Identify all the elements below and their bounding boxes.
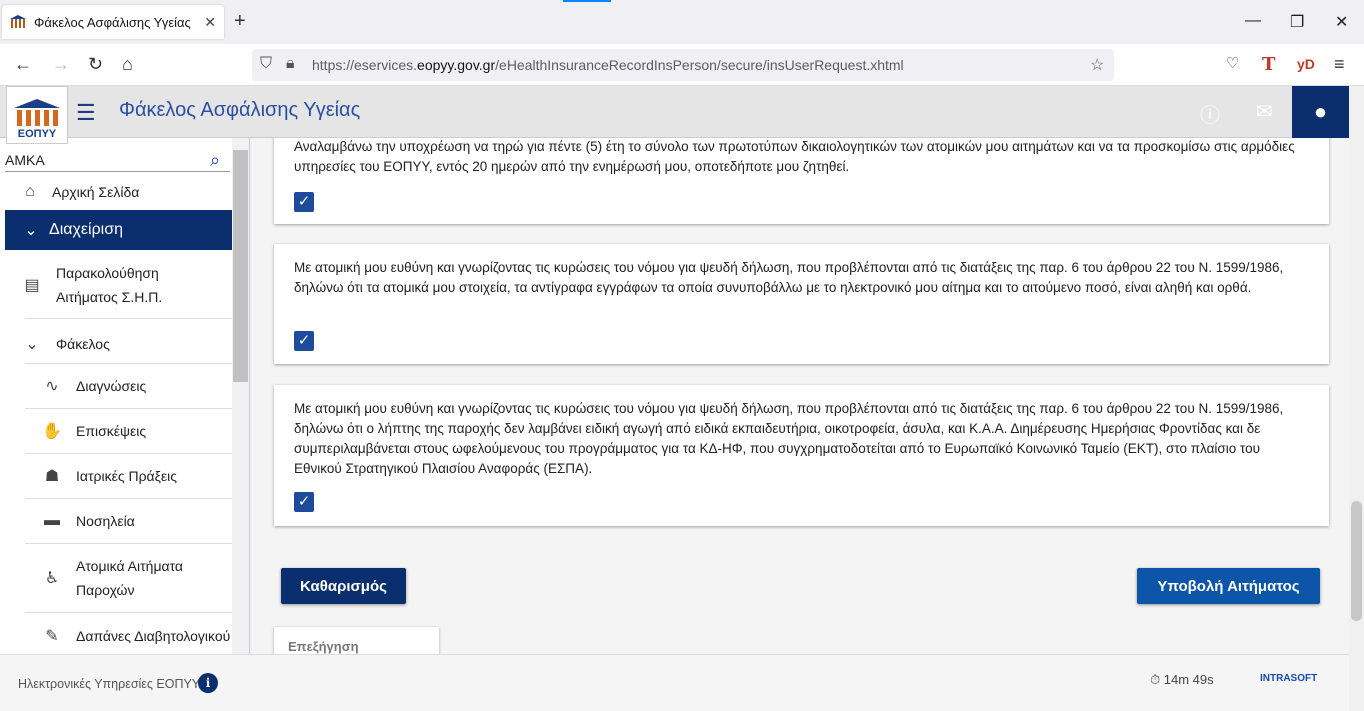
bed-icon: ▬ — [44, 512, 60, 529]
main-content: Αναλαμβάνω την υποχρέωση να τηρώ για πέν… — [252, 138, 1349, 654]
home-browser-icon[interactable]: ⌂ — [122, 54, 133, 75]
sidebar: ΑΜΚΑ ⌕ ⌂ Αρχική Σελίδα ⌄ Διαχείριση ▤ Πα… — [0, 138, 250, 654]
sidebar-item-visits[interactable]: ✋ Επισκέψεις — [0, 417, 232, 445]
sidebar-item-diagnoses[interactable]: ∿ Διαγνώσεις — [0, 372, 232, 400]
extension-t-icon[interactable]: T — [1262, 54, 1275, 75]
wheelchair-icon: ♿︎ — [44, 570, 60, 587]
sidebar-item-folder[interactable]: ⌄ Φάκελος — [0, 330, 232, 358]
info-icon[interactable]: ⓘ — [1200, 99, 1220, 128]
minimize-icon[interactable]: — — [1245, 12, 1261, 30]
url-text: https://eservices.eopyy.gov.gr/eHealthIn… — [312, 57, 904, 73]
sidebar-item-diabetes-expenses[interactable]: ✎ Δαπάνες Διαβητολογικού — [0, 622, 240, 650]
declaration-checkbox[interactable]: ✓ — [294, 492, 314, 512]
search-icon[interactable]: ⌕ — [210, 150, 220, 171]
diabetes-icon: ✎ — [45, 628, 59, 645]
extension-yd-icon[interactable]: yD — [1297, 56, 1315, 72]
declaration-card-1: Αναλαμβάνω την υποχρέωση να τηρώ για πέν… — [274, 138, 1329, 224]
divider — [25, 363, 232, 364]
eopyy-logo[interactable]: ΕΟΠΥΥ — [6, 86, 68, 144]
pulse-icon: ∿ — [45, 378, 59, 395]
home-icon: ⌂ — [25, 183, 35, 200]
user-icon: ● — [1313, 99, 1328, 124]
session-timer: ⏱ 14m 49s — [1150, 672, 1214, 688]
app-header: ΕΟΠΥΥ ☰ Φάκελος Ασφάλισης Υγείας ⓘ ✉ ● — [0, 86, 1349, 144]
sidebar-item-individual-requests[interactable]: ♿︎ Ατομικά Αιτήματα Παροχών — [0, 552, 232, 604]
sidebar-item-label: Δαπάνες Διαβητολογικού — [76, 628, 231, 644]
chevron-down-icon: ⌄ — [25, 336, 39, 353]
lock-icon[interactable]: 🔒︎ — [286, 55, 295, 73]
clear-button[interactable]: Καθαρισμός — [281, 568, 406, 604]
amka-search-input[interactable]: ΑΜΚΑ — [5, 152, 230, 172]
stopwatch-icon: ⏱ — [1150, 672, 1161, 687]
divider — [25, 612, 232, 613]
declaration-text: Με ατομική μου ευθύνη και γνωρίζοντας τι… — [294, 260, 1284, 295]
eopyy-favicon — [10, 14, 26, 30]
back-icon[interactable]: ← — [14, 54, 32, 75]
declaration-checkbox[interactable]: ✓ — [294, 192, 314, 212]
divider — [25, 453, 232, 454]
explanation-panel: Επεξήγηση — [274, 627, 439, 654]
sidebar-item-label: Παρακολούθηση Αιτήματος Σ.Η.Π. — [56, 265, 163, 305]
timer-value: 14m 49s — [1163, 672, 1214, 687]
user-account-button[interactable]: ● — [1292, 86, 1349, 138]
main-scrollbar-thumb[interactable] — [1351, 501, 1362, 621]
sidebar-item-management[interactable]: ⌄ Διαχείριση — [5, 210, 232, 250]
footer: Ηλεκτρονικές Υπηρεσίες ΕΟΠΥΥ i ⏱ 14m 49s… — [0, 654, 1349, 711]
chevron-down-icon: ⌄ — [24, 222, 38, 239]
sidebar-item-label: Νοσηλεία — [76, 513, 135, 529]
url-bar[interactable]: ⛉ 🔒︎ https://eservices.eopyy.gov.gr/eHea… — [252, 49, 1114, 81]
close-window-icon[interactable]: ✕ — [1335, 12, 1348, 32]
divider — [25, 318, 232, 319]
forward-icon[interactable]: → — [52, 54, 70, 75]
sidebar-item-label: Ατομικά Αιτήματα Παροχών — [76, 558, 184, 598]
sidebar-item-label: Διαγνώσεις — [76, 378, 147, 394]
new-tab-icon[interactable]: + — [234, 10, 246, 33]
submit-request-button[interactable]: Υποβολή Αιτήματος — [1137, 568, 1320, 604]
footer-text: Ηλεκτρονικές Υπηρεσίες ΕΟΠΥΥ — [18, 677, 201, 691]
sidebar-item-hospitalization[interactable]: ▬ Νοσηλεία — [0, 507, 232, 535]
sidebar-item-label: Επισκέψεις — [76, 423, 147, 439]
declaration-checkbox[interactable]: ✓ — [294, 331, 314, 351]
document-icon: ▤ — [24, 277, 40, 294]
bookmark-star-icon[interactable]: ☆ — [1090, 55, 1104, 75]
browser-navbar: ← → ↻ ⌂ ⛉ 🔒︎ https://eservices.eopyy.gov… — [0, 44, 1364, 86]
reload-icon[interactable]: ↻ — [88, 54, 103, 75]
restore-icon[interactable]: ❐ — [1290, 12, 1304, 32]
tab-title: Φάκελος Ασφάλισης Υγείας — [34, 14, 191, 30]
sidebar-item-home[interactable]: ⌂ Αρχική Σελίδα — [0, 178, 232, 206]
footer-info-icon[interactable]: i — [198, 673, 218, 693]
mail-icon[interactable]: ✉ — [1256, 99, 1273, 124]
sidebar-item-tracking[interactable]: ▤ Παρακολούθηση Αιτήματος Σ.Η.Π. — [0, 260, 232, 310]
logo-text: ΕΟΠΥΥ — [17, 128, 57, 140]
tab-indicator — [563, 0, 611, 2]
browser-titlebar: Φάκελος Ασφάλισης Υγείας ✕ + — ❐ ✕ — [0, 0, 1364, 44]
divider — [25, 543, 232, 544]
sidebar-scrollbar-thumb[interactable] — [233, 150, 248, 382]
close-tab-icon[interactable]: ✕ — [204, 14, 216, 31]
divider — [25, 498, 232, 499]
explanation-label: Επεξήγηση — [288, 639, 359, 654]
sidebar-item-label: Αρχική Σελίδα — [52, 184, 140, 200]
declaration-text: Αναλαμβάνω την υποχρέωση να τηρώ για πέν… — [294, 139, 1295, 174]
app-title: Φάκελος Ασφάλισης Υγείας — [119, 99, 361, 121]
sidebar-item-label: Ιατρικές Πράξεις — [76, 468, 178, 484]
intrasoft-logo: INTRASOFT — [1260, 673, 1318, 684]
checkmark-icon: ✓ — [297, 493, 311, 510]
pocket-icon[interactable]: ♡ — [1226, 54, 1239, 72]
checkmark-icon: ✓ — [297, 193, 311, 210]
sidebar-item-label: Διαχείριση — [49, 221, 124, 238]
menu-icon[interactable]: ≡ — [1334, 54, 1345, 75]
declaration-card-2: Με ατομική μου ευθύνη και γνωρίζοντας τι… — [274, 244, 1329, 364]
declaration-card-3: Με ατομική μου ευθύνη και γνωρίζοντας τι… — [274, 385, 1329, 526]
sidebar-item-medical-acts[interactable]: ☗ Ιατρικές Πράξεις — [0, 462, 232, 490]
shield-icon[interactable]: ⛉ — [260, 55, 272, 73]
declaration-text: Με ατομική μου ευθύνη και γνωρίζοντας τι… — [294, 401, 1284, 476]
divider — [25, 408, 232, 409]
doctor-icon: ☗ — [44, 468, 60, 485]
checkmark-icon: ✓ — [297, 332, 311, 349]
visit-icon: ✋ — [42, 423, 62, 440]
hamburger-menu-icon[interactable]: ☰ — [76, 100, 96, 126]
browser-tab[interactable]: Φάκελος Ασφάλισης Υγείας ✕ — [2, 5, 224, 39]
sidebar-item-label: Φάκελος — [56, 336, 110, 352]
